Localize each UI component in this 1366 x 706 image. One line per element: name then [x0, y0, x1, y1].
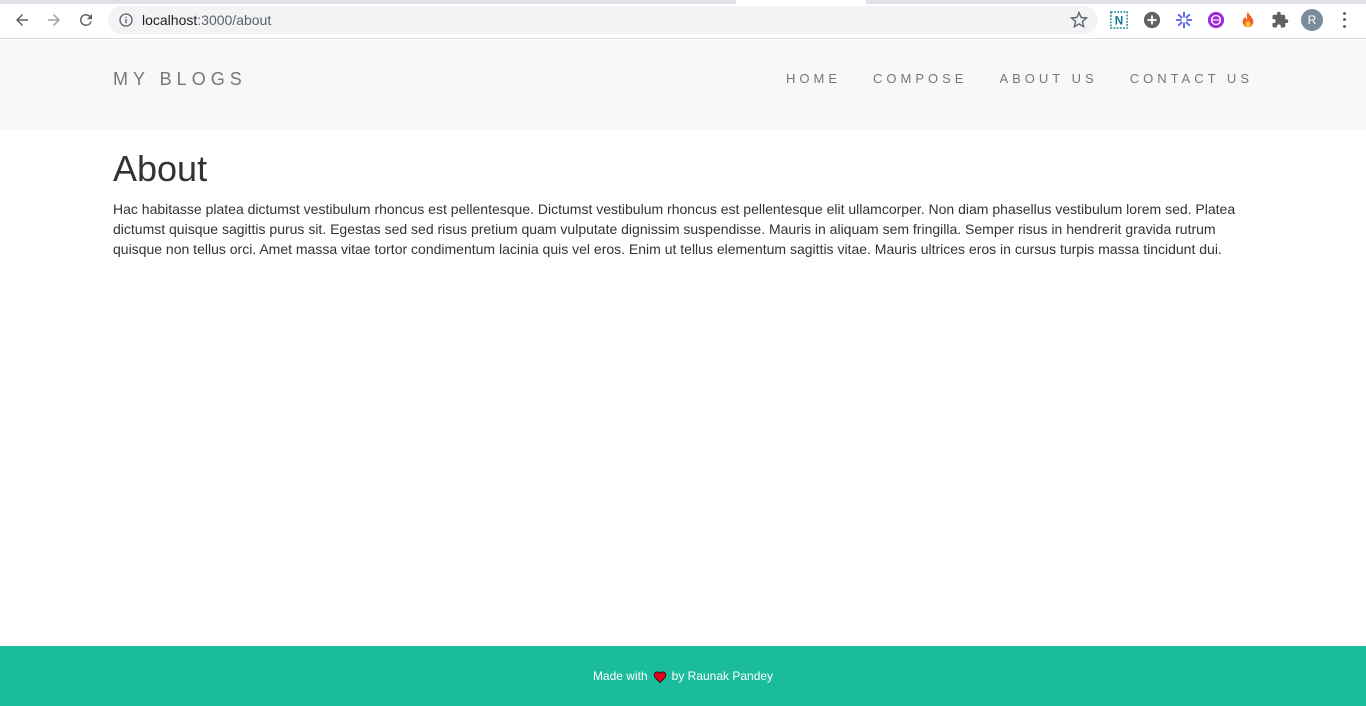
nav-link-about-us[interactable]: ABOUT US [999, 71, 1097, 86]
tab-strip [0, 0, 1366, 4]
about-paragraph: Hac habitasse platea dictumst vestibulum… [113, 201, 1236, 257]
puzzle-icon[interactable] [1270, 10, 1290, 30]
heart-icon [653, 670, 666, 683]
reload-icon [80, 13, 92, 26]
browser-toolbar: localhost:3000/about N R [0, 0, 1366, 39]
url-host: localhost [142, 12, 198, 28]
kebab-menu-icon[interactable] [1336, 10, 1352, 30]
fire-icon[interactable] [1238, 10, 1258, 30]
nav-link-contact-us[interactable]: CONTACT US [1130, 71, 1253, 86]
svg-text:N: N [1115, 15, 1123, 28]
footer-text: Made with by Raunak Pandey [593, 669, 773, 683]
arrow-left-icon [16, 14, 28, 26]
nav-link-home[interactable]: HOME [786, 71, 841, 86]
arrow-right-icon [48, 14, 60, 26]
profile-avatar[interactable]: R [1301, 9, 1323, 31]
bookmark-star-icon[interactable] [1070, 11, 1088, 29]
site-footer: Made with by Raunak Pandey [0, 646, 1366, 706]
info-icon[interactable] [118, 12, 134, 28]
footer-made-with: Made with [592, 669, 648, 683]
page-title: About [113, 148, 208, 189]
plus-circle-icon[interactable] [1142, 10, 1162, 30]
brand-logo[interactable]: MY BLOGS [113, 69, 247, 90]
globe-icon[interactable] [1206, 10, 1226, 30]
gear-flower-icon[interactable] [1174, 10, 1194, 30]
n-extension-icon[interactable]: N [1109, 10, 1129, 30]
reload-button[interactable] [74, 8, 98, 32]
site-navbar: MY BLOGS HOME COMPOSE ABOUT US CONTACT U… [0, 40, 1366, 129]
back-button[interactable] [10, 8, 34, 32]
nav-links: HOME COMPOSE ABOUT US CONTACT US [786, 71, 1253, 86]
forward-button[interactable] [42, 8, 66, 32]
url-text[interactable]: localhost:3000/about [142, 12, 271, 28]
url-path: :3000/about [197, 12, 272, 28]
footer-author: by Raunak Pandey [671, 669, 774, 683]
main-content: About Hac habitasse platea dictumst vest… [113, 148, 1253, 259]
nav-link-compose[interactable]: COMPOSE [873, 71, 967, 86]
address-bar[interactable]: localhost:3000/about [108, 6, 1098, 34]
active-tab[interactable] [736, 0, 866, 4]
